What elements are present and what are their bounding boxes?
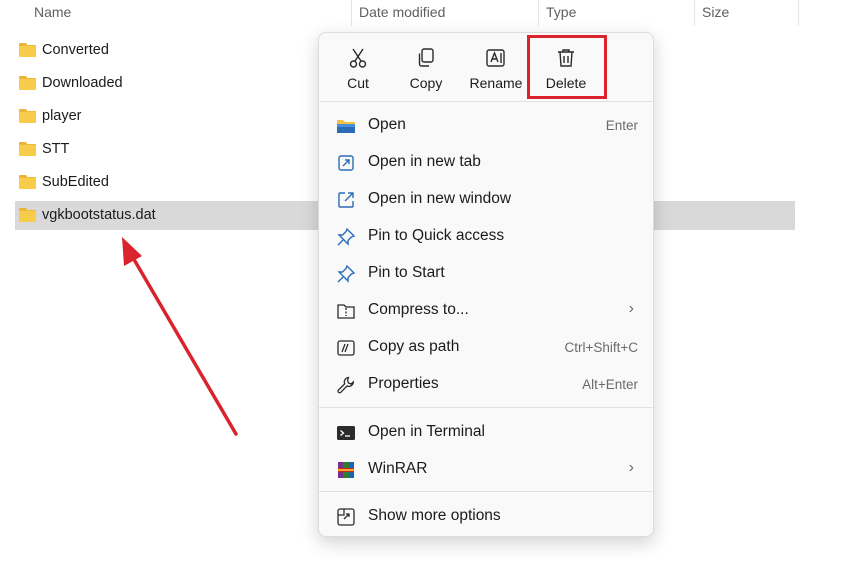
annotation-arrow (122, 237, 238, 436)
